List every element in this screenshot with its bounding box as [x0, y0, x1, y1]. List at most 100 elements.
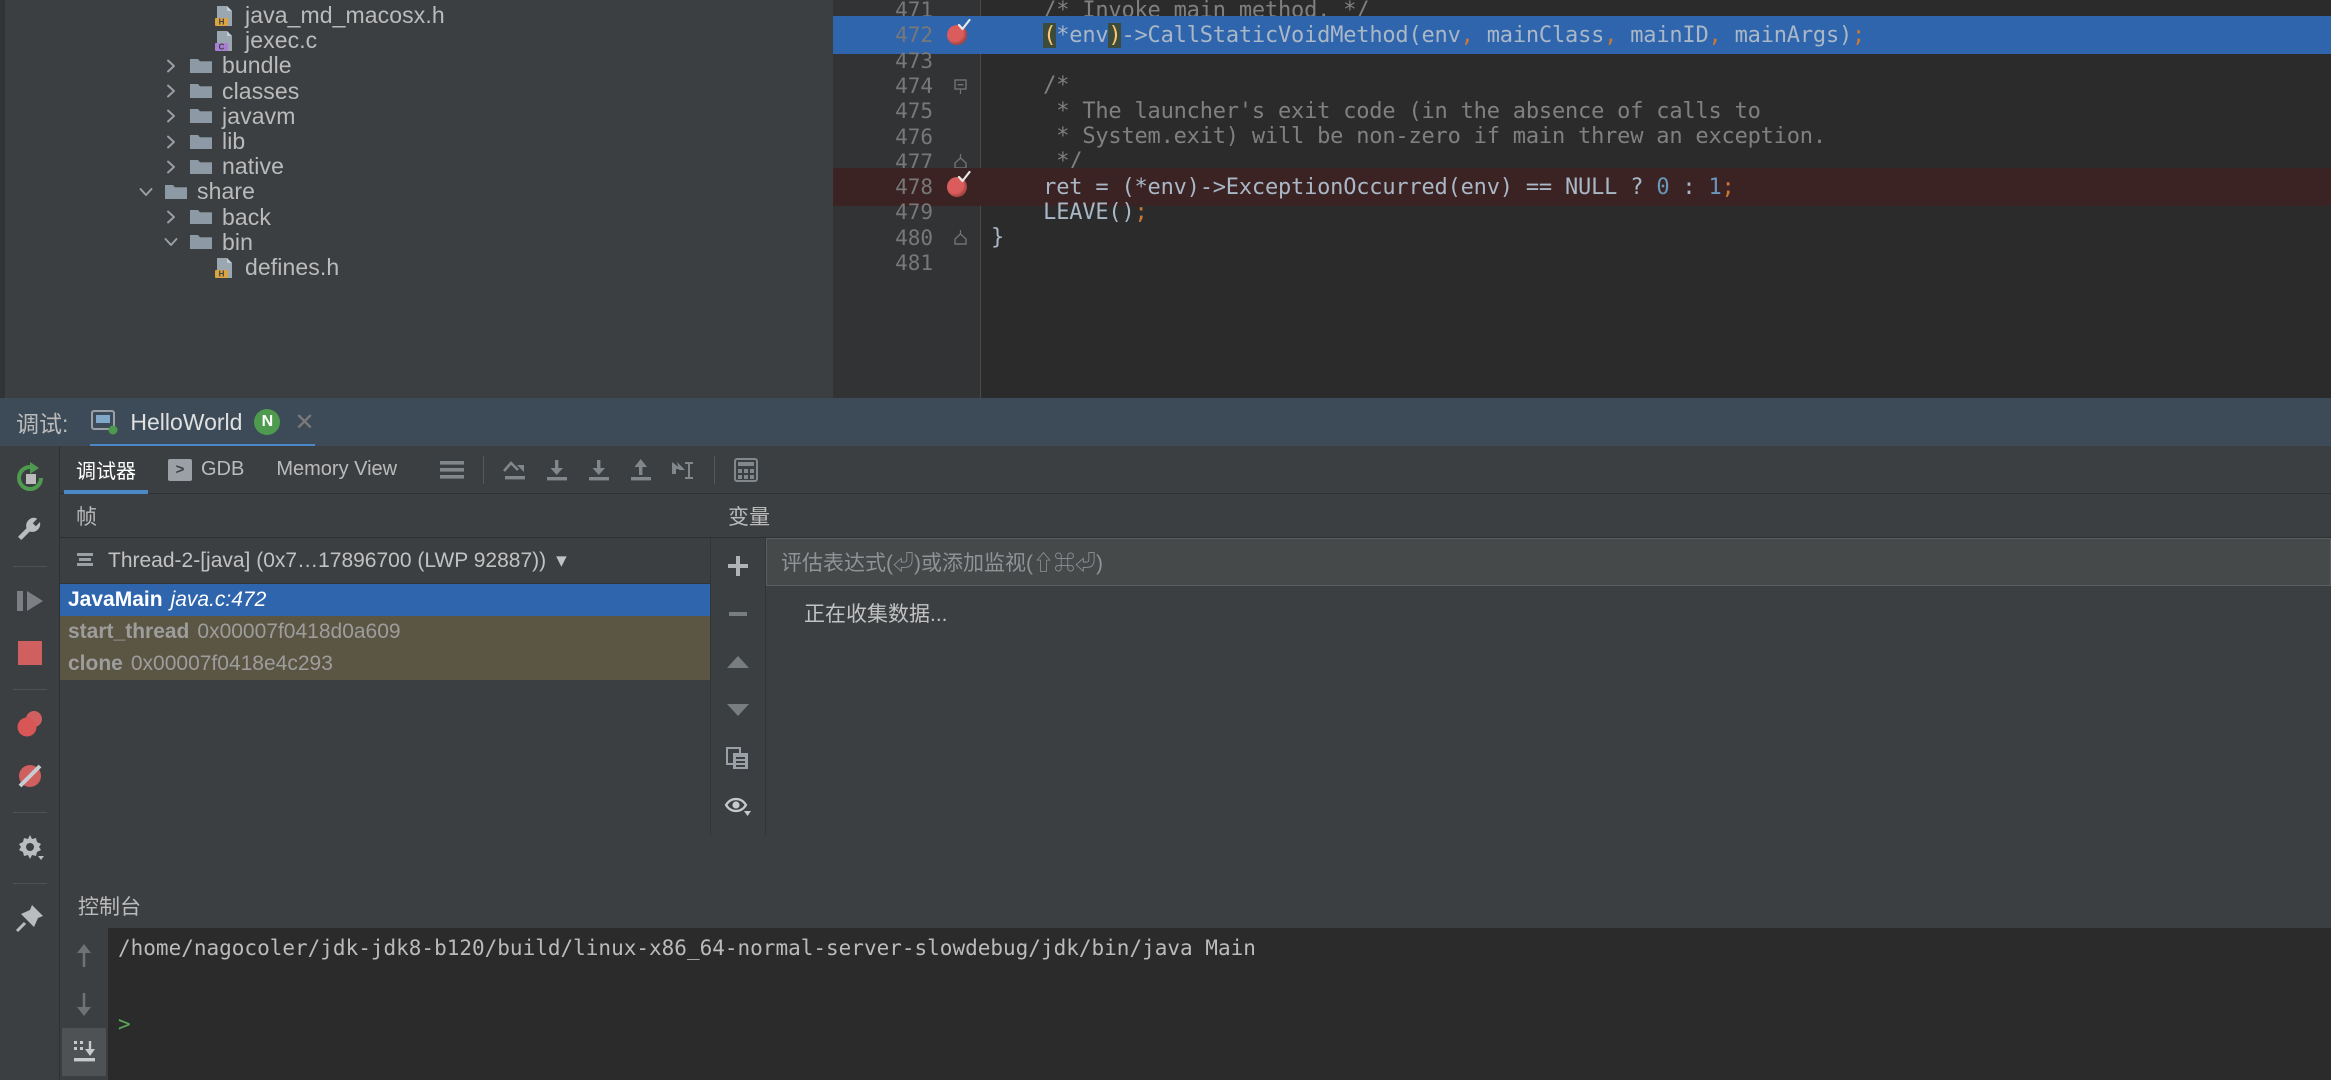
- thread-selector[interactable]: Thread-2-[java] (0x7…17896700 (LWP 92887…: [60, 538, 710, 584]
- chevron-down-icon[interactable]: ▾: [556, 548, 567, 573]
- console-output-line: /home/nagocoler/jdk-jdk8-b120/build/linu…: [118, 936, 2331, 960]
- force-step-into-icon[interactable]: [578, 449, 620, 491]
- step-out-icon[interactable]: [620, 449, 662, 491]
- evaluate-expression-icon[interactable]: [725, 449, 767, 491]
- gdb-console-icon: >: [168, 459, 192, 481]
- console-prompt: >: [118, 1012, 2331, 1036]
- frame-item[interactable]: JavaMain java.c:472: [60, 584, 710, 616]
- frame-function-name: clone: [68, 652, 123, 676]
- rerun-icon[interactable]: [8, 456, 52, 500]
- toolbar-divider: [13, 566, 47, 567]
- debug-tab-helloworld[interactable]: HelloWorld N ✕: [90, 398, 314, 446]
- console-header: 控制台: [60, 884, 2331, 928]
- toolbar-divider: [13, 812, 47, 813]
- tab-debugger-label: 调试器: [76, 455, 136, 484]
- debugger-toolbar[interactable]: 调试器 > GDB Memory View: [60, 446, 2331, 494]
- breakpoint-verified-icon: [957, 18, 971, 32]
- chevron-right-icon[interactable]: [163, 159, 179, 175]
- mute-breakpoints-icon[interactable]: [8, 754, 52, 798]
- tree-spacer: [188, 260, 204, 276]
- tab-memory-view-label: Memory View: [276, 458, 397, 481]
- tree-item-defines-h[interactable]: Hdefines.h: [0, 249, 833, 286]
- move-down-icon[interactable]: [716, 686, 760, 734]
- frame-function-name: start_thread: [68, 620, 189, 644]
- chevron-right-icon[interactable]: [163, 209, 179, 225]
- frame-location: 0x00007f0418e4c293: [131, 652, 333, 676]
- thread-label: Thread-2-[java] (0x7…17896700 (LWP 92887…: [108, 549, 546, 573]
- variables-pane: 变量 评估表达式(⏎)或添加监视(⇧⌘⏎) 正在收集数据...: [710, 494, 2331, 836]
- move-up-icon[interactable]: [716, 638, 760, 686]
- inspect-eye-icon[interactable]: [716, 782, 760, 830]
- code-editor[interactable]: 471 /* Invoke main method. */472 (*env)-…: [833, 0, 2331, 398]
- debug-tool-window: 调试: HelloWorld N ✕: [0, 398, 2331, 1080]
- frames-header: 帧: [60, 494, 710, 538]
- run-to-cursor-icon[interactable]: [662, 449, 704, 491]
- frame-location: 0x00007f0418d0a609: [197, 620, 400, 644]
- copy-value-icon[interactable]: [716, 734, 760, 782]
- resume-program-icon[interactable]: [8, 579, 52, 623]
- console-output[interactable]: /home/nagocoler/jdk-jdk8-b120/build/linu…: [108, 928, 2331, 1080]
- toolbar-divider: [714, 456, 715, 484]
- file-icon-h: H: [214, 257, 236, 279]
- watches-toolbar[interactable]: [710, 538, 766, 836]
- variables-header: 变量: [710, 494, 2331, 538]
- add-watch-icon[interactable]: [716, 542, 760, 590]
- evaluate-expression-placeholder: 评估表达式(⏎)或添加监视(⇧⌘⏎): [781, 547, 1103, 577]
- variables-status-text: 正在收集数据...: [766, 586, 2331, 628]
- stop-icon[interactable]: [8, 631, 52, 675]
- step-into-icon[interactable]: [536, 449, 578, 491]
- thread-icon: [74, 550, 96, 572]
- debug-left-toolbar[interactable]: [0, 446, 60, 1080]
- close-icon[interactable]: ✕: [294, 408, 314, 437]
- console-section: 控制台: [60, 884, 2331, 1080]
- frame-item[interactable]: clone 0x00007f0418e4c293: [60, 648, 710, 680]
- step-controls[interactable]: [431, 449, 767, 491]
- line-number: 481: [833, 251, 941, 275]
- scroll-to-end-icon[interactable]: [62, 1028, 106, 1076]
- evaluate-expression-input[interactable]: 评估表达式(⏎)或添加监视(⇧⌘⏎): [766, 538, 2331, 586]
- debug-window-title: 调试:: [16, 405, 68, 439]
- chevron-right-icon[interactable]: [163, 58, 179, 74]
- breakpoint-verified-icon: [957, 170, 971, 184]
- tree-spacer: [188, 33, 204, 49]
- chevron-right-icon[interactable]: [163, 83, 179, 99]
- settings-wrench-icon[interactable]: [8, 508, 52, 552]
- code-line-481[interactable]: 481: [833, 244, 2331, 282]
- svg-text:H: H: [219, 269, 225, 278]
- ide-window: Hjava_md_macosx.hCjexec.cbundleclassesja…: [0, 0, 2331, 1080]
- toolbar-divider: [13, 883, 47, 884]
- debug-tab-badge: N: [254, 409, 280, 435]
- view-breakpoints-icon[interactable]: [8, 702, 52, 746]
- tab-gdb[interactable]: > GDB: [152, 446, 260, 494]
- debug-tab-label: HelloWorld: [130, 409, 242, 436]
- remove-watch-icon[interactable]: [716, 590, 760, 638]
- run-configuration-icon: [90, 409, 118, 435]
- variables-body[interactable]: 正在收集数据...: [766, 586, 2331, 836]
- chevron-down-icon[interactable]: [163, 234, 179, 250]
- scroll-up-icon[interactable]: [62, 932, 106, 980]
- debug-tabs-bar: 调试: HelloWorld N ✕: [0, 398, 2331, 446]
- frame-location: java.c:472: [171, 588, 267, 612]
- gutter-marks[interactable]: [941, 244, 981, 282]
- pin-tab-icon[interactable]: [8, 896, 52, 940]
- tab-debugger[interactable]: 调试器: [60, 446, 152, 494]
- project-tree-panel[interactable]: Hjava_md_macosx.hCjexec.cbundleclassesja…: [0, 0, 833, 398]
- step-over-icon[interactable]: [494, 449, 536, 491]
- chevron-down-icon[interactable]: [138, 184, 154, 200]
- frame-item[interactable]: start_thread 0x00007f0418d0a609: [60, 616, 710, 648]
- chevron-right-icon[interactable]: [163, 108, 179, 124]
- scroll-down-icon[interactable]: [62, 980, 106, 1028]
- top-area: Hjava_md_macosx.hCjexec.cbundleclassesja…: [0, 0, 2331, 398]
- console-side-toolbar[interactable]: [60, 928, 108, 1080]
- toolbar-divider: [483, 456, 484, 484]
- frame-function-name: JavaMain: [68, 588, 163, 612]
- frames-pane: 帧 Thread-2-[java] (0x7…17896700 (LWP 928…: [60, 494, 710, 836]
- tree-item-label: defines.h: [245, 254, 339, 281]
- tree-spacer: [188, 8, 204, 24]
- toolbar-divider: [13, 689, 47, 690]
- settings-gear-icon[interactable]: [8, 825, 52, 869]
- chevron-right-icon[interactable]: [163, 134, 179, 150]
- tab-memory-view[interactable]: Memory View: [260, 446, 413, 494]
- tab-gdb-label: GDB: [201, 458, 244, 481]
- settings-lines-icon[interactable]: [431, 449, 473, 491]
